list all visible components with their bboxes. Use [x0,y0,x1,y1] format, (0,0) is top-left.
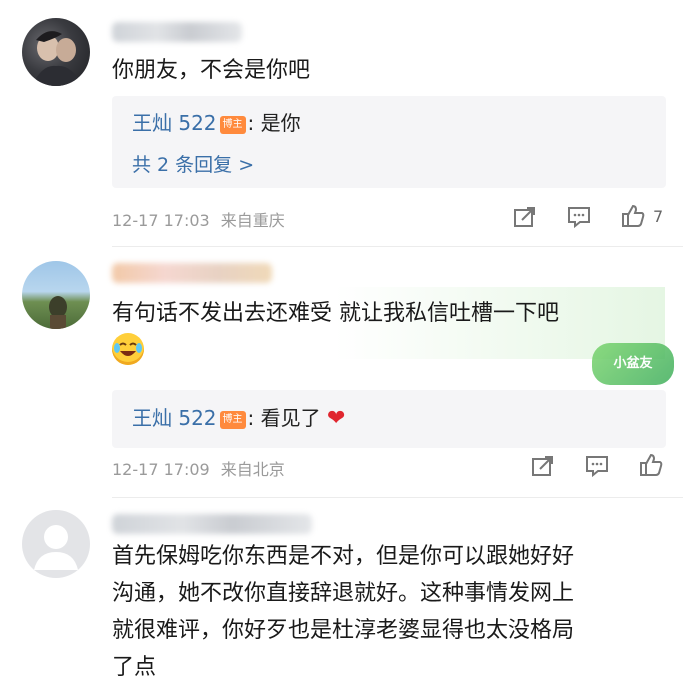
reply-text: : 看见了 [247,406,321,430]
sticker: 小盆友 [592,343,674,385]
author-badge: 博主 [219,116,246,134]
thumbs-up-icon[interactable] [638,453,664,477]
comment-text: 有句话不发出去还难受 就让我私信吐槽一下吧 [112,301,559,326]
comment-icon[interactable] [584,454,610,478]
username-blurred[interactable] [112,514,312,534]
reply-username[interactable]: 王灿 522 [132,406,217,430]
comment-text-line: 了点 [112,655,157,680]
more-replies-link[interactable]: 共 2 条回复 > [132,150,254,177]
comment-text-line: 沟通，她不改你直接辞退就好。这种事情发网上 [112,581,575,606]
laughing-emoji [112,333,144,365]
author-badge: 博主 [219,411,246,429]
default-avatar-icon[interactable] [22,510,90,578]
comment-meta: 12-17 17:09 来自北京 [112,456,285,480]
comment-text-line: 首先保姆吃你东西是不对，但是你可以跟她好好 [112,544,575,569]
reply-box[interactable]: 王灿 522 博主: 是你 共 2 条回复 > [112,96,666,188]
comment-item: 首先保姆吃你东西是不对，但是你可以跟她好好 沟通，她不改你直接辞退就好。这种事情… [0,498,683,691]
reply-text: : 是你 [247,111,301,135]
username-blurred[interactable] [112,263,272,283]
avatar-photo [49,296,67,329]
heart-emoji: ❤ [327,406,346,431]
comment-icon[interactable] [566,205,592,229]
location: 来自重庆 [220,211,285,230]
reply-box[interactable]: 王灿 522 博主: 看见了 ❤ [112,390,666,448]
like-count: 7 [653,207,664,226]
comment-meta: 12-17 17:03 来自重庆 [112,207,285,231]
timestamp: 12-17 17:09 [112,460,210,479]
reply-line: 王灿 522 博主: 看见了 ❤ [132,403,345,434]
avatar[interactable] [22,261,90,329]
reply-username[interactable]: 王灿 522 [132,111,217,135]
username-blurred[interactable] [112,22,242,42]
comment-item: 有句话不发出去还难受 就让我私信吐槽一下吧 小盆友 王灿 522 博主: 看见了 … [0,247,683,497]
avatar-photo [32,31,82,86]
comment-item: 你朋友，不会是你吧 王灿 522 博主: 是你 共 2 条回复 > 12-17 1… [0,0,683,245]
timestamp: 12-17 17:03 [112,211,210,230]
avatar[interactable] [22,18,90,86]
comment-text-line: 就很难评，你好歹也是杜淳老婆显得也太没格局 [112,618,575,643]
comment-text: 你朋友，不会是你吧 [112,58,311,83]
share-icon[interactable] [530,454,556,478]
reply-line: 王灿 522 博主: 是你 [132,108,301,138]
thumbs-up-icon[interactable] [620,204,646,228]
share-icon[interactable] [512,205,538,229]
location: 来自北京 [220,460,285,479]
